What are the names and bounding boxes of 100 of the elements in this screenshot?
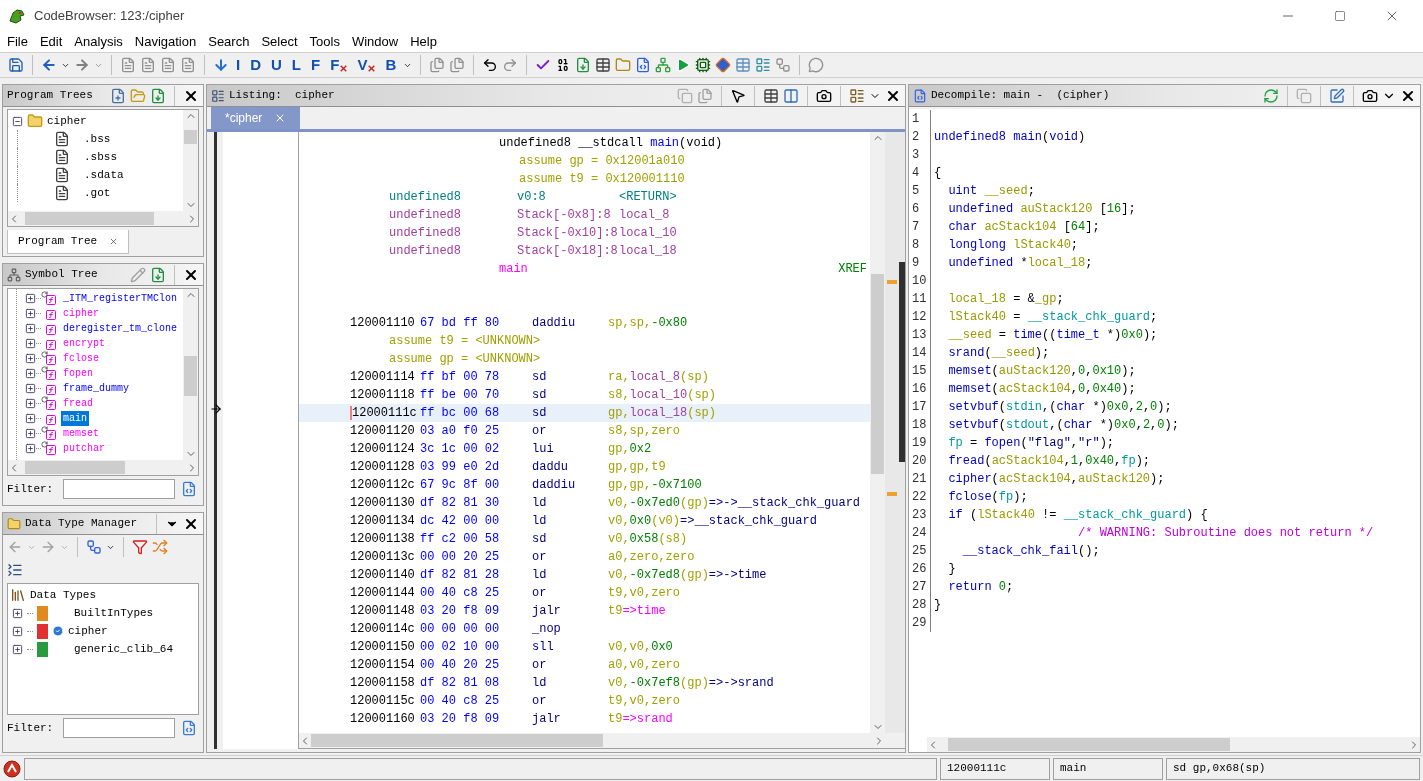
instruction-row[interactable]: 120001148 03 20 f8 09 jalr t9=>time	[299, 602, 870, 620]
filter-field[interactable]	[63, 479, 176, 499]
tree-node-label[interactable]: .sbss	[78, 148, 117, 166]
tree-icon[interactable]	[655, 57, 672, 73]
horizontal-scrollbar[interactable]	[8, 211, 198, 226]
document-icon[interactable]	[140, 57, 156, 73]
filter-options-icon[interactable]	[181, 481, 198, 497]
file-import-icon[interactable]	[150, 87, 166, 104]
cursor-icon[interactable]	[730, 87, 746, 104]
document-icon[interactable]	[180, 57, 196, 73]
filter-options-icon[interactable]	[181, 720, 198, 736]
expand-icon[interactable]	[25, 443, 36, 454]
expand-icon[interactable]	[25, 383, 36, 394]
instruction-row[interactable]: 12000115c 00 40 c8 25 or t9,v0,zero	[299, 692, 870, 710]
menu-item[interactable]: Edit	[39, 32, 63, 52]
instruction-row[interactable]: 12000114c 00 00 00 00 _nop	[299, 620, 870, 638]
copy-icon[interactable]	[677, 87, 693, 104]
import-icon[interactable]	[575, 57, 592, 73]
symbol-name[interactable]: _ITM_registerTMClon	[61, 291, 180, 306]
back-arrow-icon[interactable]	[7, 539, 23, 555]
tree-node-label[interactable]: Data Types	[30, 586, 96, 604]
table-icon[interactable]	[595, 57, 612, 73]
tree-tab[interactable]: Program Tree	[7, 230, 130, 254]
diamond-icon[interactable]	[715, 57, 732, 73]
pencil-icon[interactable]	[130, 266, 146, 283]
instruction-row[interactable]: 120001160 03 20 f8 09 jalr t9=>srand	[299, 710, 870, 728]
document-icon[interactable]	[120, 57, 136, 73]
instruction-row[interactable]: 120001144 00 40 c8 25 or t9,v0,zero	[299, 584, 870, 602]
list-icon[interactable]	[755, 57, 772, 73]
scroll-thumb[interactable]	[24, 461, 125, 474]
tree-node-label[interactable]: cipher	[68, 622, 108, 640]
scroll-thumb[interactable]	[184, 356, 197, 396]
maximize-icon[interactable]	[1334, 10, 1346, 22]
paste-icon[interactable]	[697, 87, 713, 104]
menu-item[interactable]: Window	[351, 32, 399, 52]
tree-node-label[interactable]: .bss	[78, 130, 111, 148]
toolbar-letter-button[interactable]: U	[268, 55, 285, 75]
table-icon[interactable]	[763, 87, 779, 104]
expand-icon[interactable]	[25, 368, 36, 379]
scroll-thumb[interactable]	[311, 734, 604, 747]
expand-icon[interactable]	[25, 413, 36, 424]
instruction-row[interactable]: 120001130 df 82 81 30 ld v0,-0x7ed0(gp)=>->__stack_chk_guard	[299, 494, 870, 512]
menu-item[interactable]: Tools	[309, 32, 340, 52]
expand-icon[interactable]	[12, 643, 23, 655]
toolbar-letter-button[interactable]: B	[382, 55, 400, 75]
expand-icon[interactable]	[25, 293, 36, 304]
instruction-row[interactable]: 120001110 67 bd ff 80 daddiu sp,sp,-0x80	[299, 314, 870, 332]
expand-icon[interactable]	[25, 338, 36, 349]
instruction-row[interactable]: 12000113c 00 00 20 25 or a0,zero,zero	[299, 548, 870, 566]
toolbar-letter-button[interactable]: V	[354, 55, 379, 75]
forward-arrow-icon[interactable]	[74, 57, 90, 73]
menu-item[interactable]: File	[7, 32, 28, 52]
instruction-row[interactable]: 120001120 03 a0 f0 25 or s8,sp,zero	[299, 422, 870, 440]
tree-node-label[interactable]: .sdata	[78, 166, 124, 184]
scroll-thumb[interactable]	[184, 130, 197, 144]
instruction-row[interactable]: 12000112c 67 9c 8f 00 daddiu gp,gp,-0x7100	[299, 476, 870, 494]
decompiler-icon[interactable]	[635, 57, 652, 73]
down-arrow-icon[interactable]	[213, 57, 229, 73]
horizontal-scrollbar[interactable]	[8, 460, 198, 475]
collapse-all-icon[interactable]	[7, 562, 23, 578]
menu-item[interactable]: Navigation	[134, 32, 197, 52]
symbol-name[interactable]: frame_dummy	[61, 381, 131, 396]
refresh-icon[interactable]	[1263, 87, 1279, 104]
documents-icon[interactable]	[449, 57, 466, 73]
instruction-row[interactable]: 12000111c ff bc 00 68 sd gp,local_18(sp)	[299, 404, 870, 422]
collapse-icon[interactable]	[12, 115, 23, 127]
graph-icon[interactable]	[775, 57, 792, 73]
save-icon[interactable]	[8, 57, 24, 73]
play-icon[interactable]	[675, 57, 692, 73]
copy-icon[interactable]	[1296, 87, 1312, 104]
instruction-row[interactable]: 120001150 00 02 10 00 sll v0,v0,0x0	[299, 638, 870, 656]
toolbar-letter-button[interactable]: F	[308, 55, 324, 75]
filter-field[interactable]	[63, 718, 176, 738]
file-import-icon[interactable]	[150, 266, 166, 283]
scroll-thumb[interactable]	[871, 274, 884, 474]
toolbar-letter-button[interactable]: F	[327, 55, 351, 75]
tree-node-label[interactable]: generic_clib_64	[68, 640, 174, 658]
expand-icon[interactable]	[25, 398, 36, 409]
instruction-row[interactable]: 120001134 dc 42 00 00 ld v0,0x0(v0)=>__stack_chk_guard	[299, 512, 870, 530]
expand-icon[interactable]	[12, 607, 23, 619]
forward-arrow-icon[interactable]	[40, 539, 56, 555]
close-tab-icon[interactable]	[109, 237, 119, 246]
documents-icon[interactable]	[429, 57, 446, 73]
layout-icon[interactable]	[849, 87, 865, 104]
document-icon[interactable]	[160, 57, 176, 73]
vertical-scrollbar[interactable]	[183, 289, 198, 460]
folder-icon[interactable]	[130, 87, 146, 104]
edit-icon[interactable]	[1329, 87, 1345, 104]
menu-item[interactable]: Search	[208, 32, 250, 52]
symbol-name[interactable]: deregister_tm_clone	[61, 321, 180, 336]
camera-icon[interactable]	[816, 87, 832, 104]
menu-item[interactable]: Select	[261, 32, 298, 52]
menu-item[interactable]: Analysis	[74, 32, 123, 52]
instruction-row[interactable]: 120001154 00 40 20 25 or a0,v0,zero	[299, 656, 870, 674]
menu-item[interactable]: Help	[410, 32, 437, 52]
tree-node-label[interactable]: BuiltInTypes	[68, 604, 154, 622]
instruction-row[interactable]: 120001138 ff c2 00 58 sd v0,0x58(s8)	[299, 530, 870, 548]
expand-icon[interactable]	[12, 625, 23, 637]
expand-icon[interactable]	[25, 428, 36, 439]
instruction-row[interactable]: 120001124 3c 1c 00 02 lui gp,0x2	[299, 440, 870, 458]
